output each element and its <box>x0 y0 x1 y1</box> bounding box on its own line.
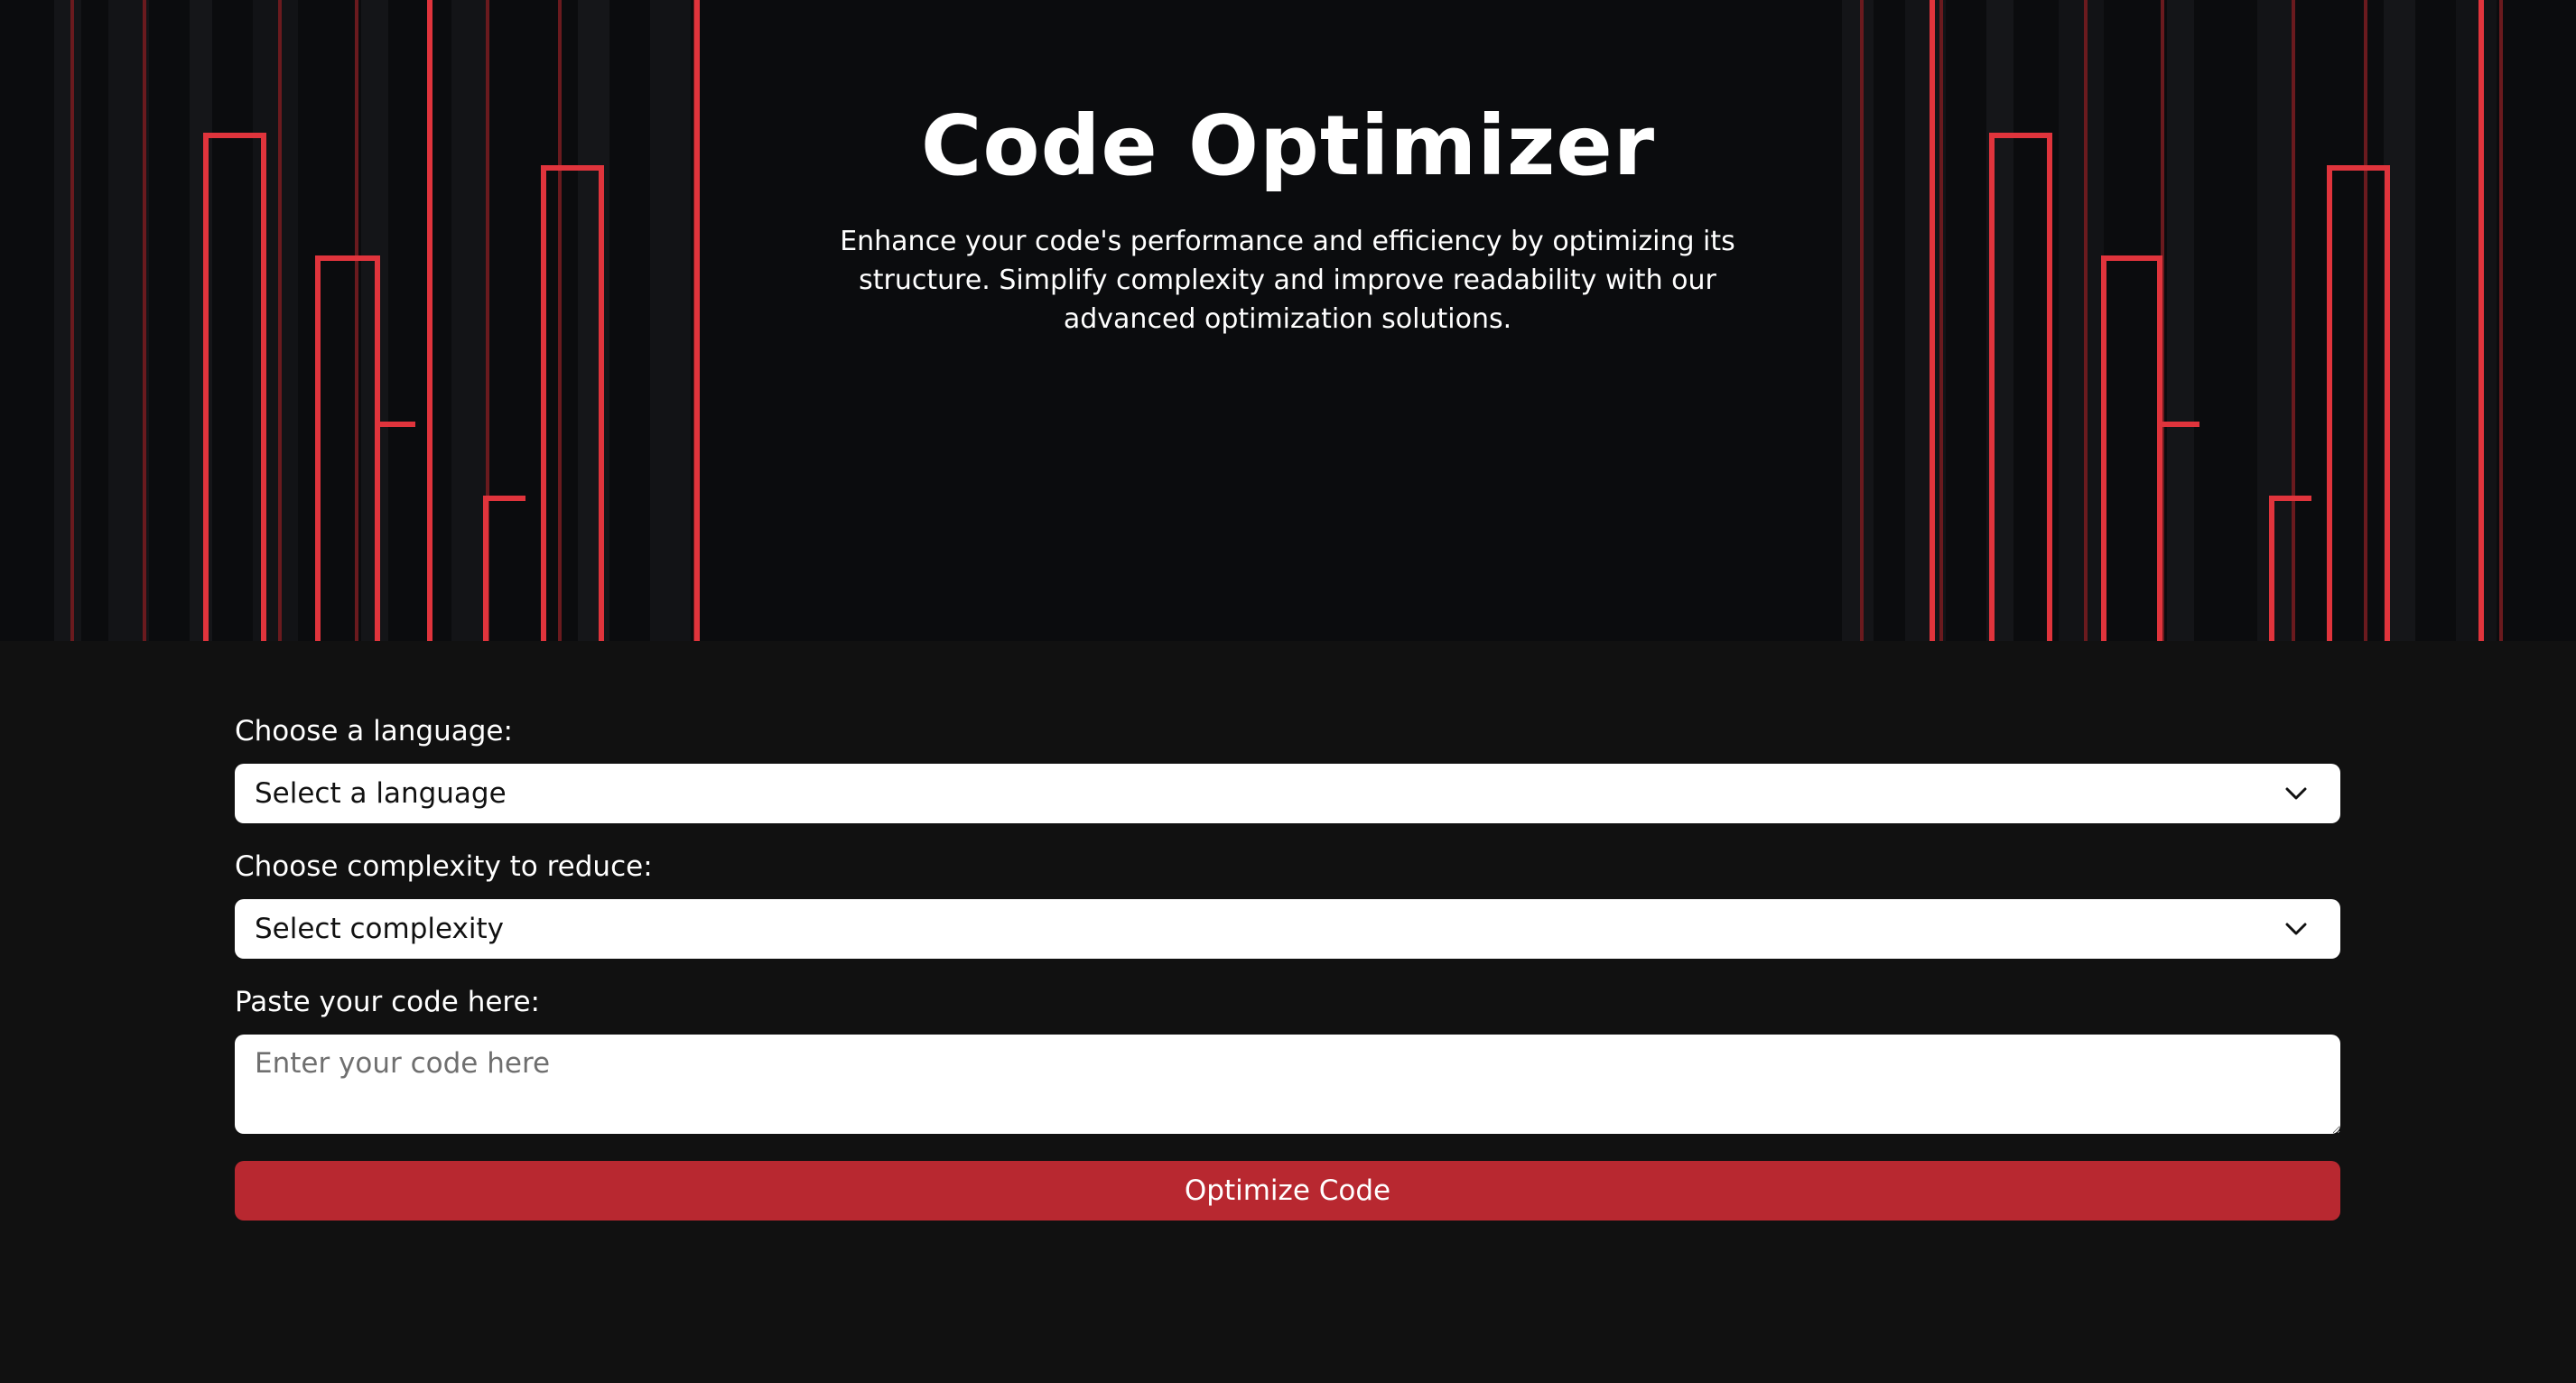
page-title: Code Optimizer <box>920 97 1656 194</box>
chevron-down-icon <box>2285 787 2307 800</box>
code-input[interactable] <box>235 1035 2340 1134</box>
complexity-label: Choose complexity to reduce: <box>235 850 653 883</box>
page-description: Enhance your code's performance and effi… <box>840 226 1735 335</box>
complexity-select[interactable]: Select complexity <box>235 899 2340 959</box>
chevron-down-icon <box>2285 923 2307 935</box>
optimize-code-button[interactable]: Optimize Code <box>235 1161 2340 1221</box>
language-label: Choose a language: <box>235 715 513 747</box>
hero-banner: Code Optimizer Enhance your code's perfo… <box>0 0 2576 641</box>
code-label: Paste your code here: <box>235 986 541 1018</box>
optimizer-form: Choose a language: Select a language Cho… <box>235 713 2340 1221</box>
page: Code Optimizer Enhance your code's perfo… <box>0 0 2576 1383</box>
language-select[interactable]: Select a language <box>235 764 2340 823</box>
language-select-value: Select a language <box>255 777 507 810</box>
complexity-select-value: Select complexity <box>255 913 504 945</box>
